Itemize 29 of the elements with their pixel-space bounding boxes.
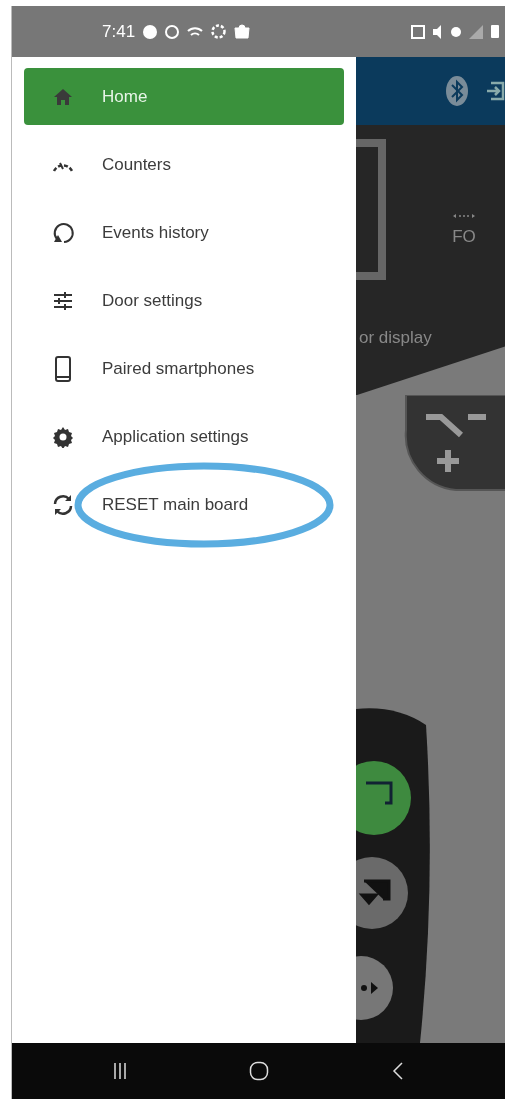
settings-icon [52,425,74,448]
bluetooth-icon[interactable] [445,75,469,107]
account-icon [143,24,158,39]
signal-icon [469,24,483,39]
drawer-item[interactable]: Application settings [24,408,344,465]
wifi-icon [187,26,204,37]
sliders-icon [53,290,73,311]
nfc-icon [411,24,425,39]
login-icon[interactable] [485,79,505,103]
arrows-icon [452,213,476,219]
history-icon [51,220,75,245]
drawer-item[interactable]: Counters [24,136,344,193]
smartphone-icon [55,355,71,382]
mute-icon [433,24,443,39]
back-icon[interactable] [391,1062,404,1080]
drawer-item[interactable]: Paired smartphones [24,340,344,397]
display-value: FO [452,227,476,247]
drawer-item[interactable]: RESET main board [24,476,344,533]
battery-icon [491,25,499,38]
drawer-item[interactable]: Home [24,68,344,125]
bag-icon [234,24,251,39]
clock-time: 7:41 [102,21,136,42]
home-icon [53,87,73,106]
home-button-icon[interactable] [249,1061,270,1081]
refresh-icon [52,493,74,516]
drawer-item[interactable]: Events history [24,204,344,261]
drawer-item[interactable]: Door settings [24,272,344,329]
recents-icon[interactable] [113,1062,128,1080]
display-caption: or display [359,328,432,348]
